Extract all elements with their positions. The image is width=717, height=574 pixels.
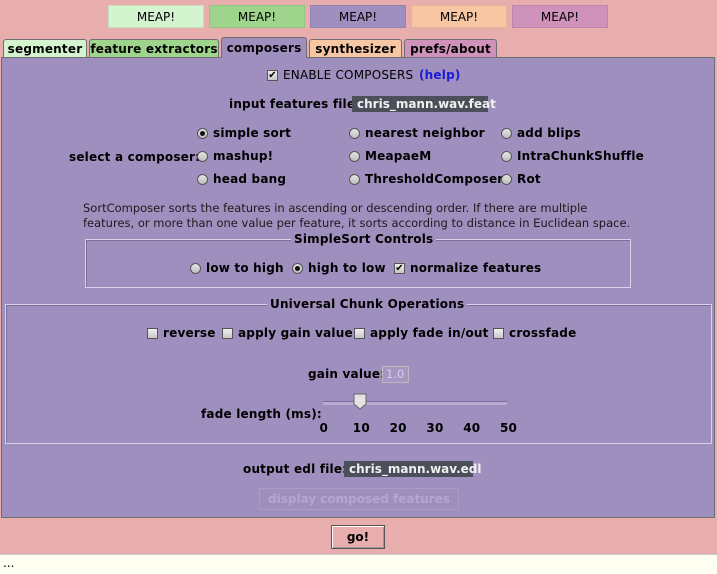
apply-fade-checkbox[interactable] [354, 328, 365, 339]
radio-head-bang[interactable] [197, 174, 208, 185]
tab-feature-extractors[interactable]: feature extractors [89, 39, 219, 57]
tab-composers[interactable]: composers [221, 37, 307, 58]
radio-intrachunkshuffle[interactable] [501, 151, 512, 162]
display-composed-features-button[interactable]: display composed features [259, 488, 459, 510]
option-intrachunkshuffle-label: IntraChunkShuffle [517, 149, 644, 163]
meap-button-2[interactable]: MEAP! [209, 5, 305, 28]
radio-low-to-high[interactable] [190, 263, 201, 274]
option-mashup-label: mashup! [213, 149, 274, 163]
crossfade-label: crossfade [509, 326, 577, 340]
input-features-label: input features file: [229, 97, 361, 111]
meap-button-3[interactable]: MEAP! [310, 5, 406, 28]
output-edl-field[interactable]: chris_mann.wav.edl [344, 461, 482, 477]
fade-tick-label: 0 [319, 421, 329, 435]
crossfade-checkbox[interactable] [493, 328, 504, 339]
option-rot-label: Rot [517, 172, 541, 186]
fade-tick-label: 20 [389, 421, 407, 435]
radio-add-blips[interactable] [501, 128, 512, 139]
apply-gain-label: apply gain value [238, 326, 353, 340]
input-features-field[interactable]: chris_mann.wav.feat [352, 96, 496, 112]
radio-meapaem[interactable] [349, 151, 360, 162]
help-link[interactable]: (help) [419, 68, 461, 82]
meap-button-5[interactable]: MEAP! [512, 5, 608, 28]
normalize-features-label: normalize features [410, 261, 542, 275]
go-button[interactable]: go! [331, 525, 385, 549]
apply-gain-checkbox[interactable] [222, 328, 233, 339]
composer-description-line-2: features, or more than one value per fea… [83, 216, 631, 230]
apply-fade-label: apply fade in/out [370, 326, 489, 340]
radio-high-to-low[interactable] [292, 263, 303, 274]
option-thresholdcomposer-label: ThresholdComposer [365, 172, 504, 186]
meap-button-4[interactable]: MEAP! [411, 5, 507, 28]
status-bar: ... [0, 554, 717, 574]
option-simple-sort-label: simple sort [213, 126, 292, 140]
composer-description-line-1: SortComposer sorts the features in ascen… [83, 201, 588, 215]
radio-nearest-neighbor[interactable] [349, 128, 360, 139]
radio-rot[interactable] [501, 174, 512, 185]
select-composer-label: select a composer: [69, 150, 201, 164]
radio-mashup[interactable] [197, 151, 208, 162]
option-meapaem-label: MeapaeM [365, 149, 432, 163]
fade-tick-label: 40 [463, 421, 481, 435]
tab-synthesizer[interactable]: synthesizer [309, 39, 402, 57]
option-add-blips-label: add blips [517, 126, 581, 140]
high-to-low-label: high to low [308, 261, 386, 275]
enable-composers-checkbox[interactable]: ✔ [267, 70, 278, 81]
enable-composers-label: ENABLE COMPOSERS [283, 68, 414, 82]
low-to-high-label: low to high [206, 261, 284, 275]
gain-value-input[interactable]: 1.0 [382, 366, 409, 383]
simplesort-controls-title: SimpleSort Controls [291, 232, 437, 246]
output-edl-label: output edl file: [243, 462, 348, 476]
radio-simple-sort[interactable] [197, 128, 208, 139]
fade-length-label: fade length (ms): [201, 407, 322, 421]
reverse-label: reverse [163, 326, 216, 340]
normalize-features-checkbox[interactable]: ✔ [394, 263, 405, 274]
meap-button-1[interactable]: MEAP! [108, 5, 204, 28]
fade-length-slider-track[interactable] [323, 401, 507, 405]
chunk-operations-title: Universal Chunk Operations [267, 297, 468, 311]
option-nearest-neighbor-label: nearest neighbor [365, 126, 485, 140]
fade-length-slider-thumb[interactable] [353, 393, 367, 410]
tab-prefs-about[interactable]: prefs/about [404, 39, 497, 57]
option-head-bang-label: head bang [213, 172, 287, 186]
gain-value-label: gain value: [308, 367, 386, 381]
tab-segmenter[interactable]: segmenter [3, 39, 87, 57]
reverse-checkbox[interactable] [147, 328, 158, 339]
fade-tick-label: 50 [500, 421, 518, 435]
radio-thresholdcomposer[interactable] [349, 174, 360, 185]
fade-tick-label: 30 [426, 421, 444, 435]
fade-tick-label: 10 [352, 421, 370, 435]
